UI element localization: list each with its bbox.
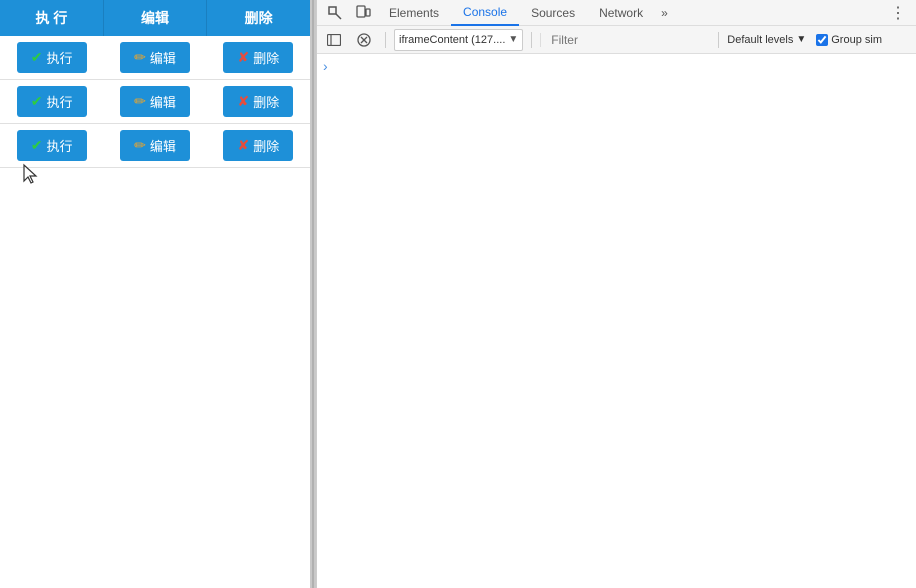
tab-sources[interactable]: Sources — [519, 0, 587, 26]
delete-cell-1: ✘ 删除 — [207, 36, 310, 80]
execute-icon-2: ✔ — [31, 93, 43, 110]
group-similar-label: Group sim — [831, 34, 882, 46]
delete-icon-3: ✘ — [237, 137, 249, 154]
group-similar-checkbox[interactable] — [816, 34, 828, 46]
console-body: › — [317, 54, 916, 588]
edit-cell-3: ✏ 编辑 — [103, 124, 206, 168]
execute-label-2: 执行 — [47, 92, 73, 111]
execute-cell-3: ✔ 执行 — [0, 124, 103, 168]
header-execute: 执 行 — [0, 0, 103, 36]
table-row: ✔ 执行 ✏ 编辑 ✘ 删除 — [0, 80, 310, 124]
execute-button-3[interactable]: ✔ 执行 — [17, 130, 87, 161]
tab-network[interactable]: Network — [587, 0, 655, 26]
devtools-tabs: Elements Console Sources Network » — [377, 0, 884, 26]
filter-area — [540, 33, 710, 47]
delete-icon-1: ✘ — [237, 49, 249, 66]
delete-label-3: 删除 — [253, 136, 279, 155]
delete-icon-2: ✘ — [237, 93, 249, 110]
header-edit: 编辑 — [103, 0, 206, 36]
log-levels-arrow-icon: ▼ — [796, 34, 806, 45]
edit-label-1: 编辑 — [150, 48, 176, 67]
delete-button-3[interactable]: ✘ 删除 — [223, 130, 293, 161]
edit-label-2: 编辑 — [150, 92, 176, 111]
table-header-row: 执 行 编辑 删除 — [0, 0, 310, 36]
device-toolbar-button[interactable] — [349, 1, 377, 25]
context-label: iframeContent (127.... — [399, 34, 505, 46]
devtools-panel: Elements Console Sources Network » ⋮ ifr… — [316, 0, 916, 588]
toolbar-separator-3 — [718, 32, 719, 48]
inspect-icon — [327, 5, 343, 21]
device-icon — [355, 5, 371, 21]
context-selector[interactable]: iframeContent (127.... ▼ — [394, 29, 523, 51]
sidebar-icon — [327, 34, 341, 46]
delete-cell-2: ✘ 删除 — [207, 80, 310, 124]
delete-button-1[interactable]: ✘ 删除 — [223, 42, 293, 73]
more-tabs-button[interactable]: » — [655, 4, 674, 22]
devtools-toolbar: iframeContent (127.... ▼ Default levels … — [317, 26, 916, 54]
edit-button-3[interactable]: ✏ 编辑 — [120, 130, 190, 161]
log-levels-selector[interactable]: Default levels ▼ — [727, 34, 806, 46]
resize-handle[interactable] — [310, 0, 316, 588]
execute-label-1: 执行 — [47, 48, 73, 67]
toolbar-separator-2 — [531, 32, 532, 48]
delete-label-1: 删除 — [253, 48, 279, 67]
execute-icon-1: ✔ — [31, 49, 43, 66]
edit-cell-2: ✏ 编辑 — [103, 80, 206, 124]
clear-console-button[interactable] — [351, 28, 377, 52]
settings-icon[interactable]: ⋮ — [884, 3, 912, 23]
execute-cell-2: ✔ 执行 — [0, 80, 103, 124]
clear-icon — [357, 33, 371, 47]
edit-cell-1: ✏ 编辑 — [103, 36, 206, 80]
tab-console[interactable]: Console — [451, 0, 519, 26]
toolbar-separator-1 — [385, 32, 386, 48]
console-prompt-arrow[interactable]: › — [323, 58, 328, 74]
tab-elements[interactable]: Elements — [377, 0, 451, 26]
sidebar-toggle-button[interactable] — [321, 28, 347, 52]
execute-label-3: 执行 — [47, 136, 73, 155]
execute-cell-1: ✔ 执行 — [0, 36, 103, 80]
data-table: 执 行 编辑 删除 ✔ 执行 ✏ 编辑 — [0, 0, 310, 168]
edit-icon-2: ✏ — [134, 93, 146, 110]
log-levels-label: Default levels — [727, 34, 793, 46]
left-panel: 执 行 编辑 删除 ✔ 执行 ✏ 编辑 — [0, 0, 310, 588]
delete-label-2: 删除 — [253, 92, 279, 111]
devtools-tabbar: Elements Console Sources Network » ⋮ — [317, 0, 916, 26]
inspect-element-button[interactable] — [321, 1, 349, 25]
delete-button-2[interactable]: ✘ 删除 — [223, 86, 293, 117]
context-arrow-icon: ▼ — [508, 34, 518, 45]
console-prompt-row: › — [317, 54, 916, 78]
edit-icon-1: ✏ — [134, 49, 146, 66]
edit-icon-3: ✏ — [134, 137, 146, 154]
execute-button-1[interactable]: ✔ 执行 — [17, 42, 87, 73]
table-row: ✔ 执行 ✏ 编辑 ✘ 删除 — [0, 36, 310, 80]
delete-cell-3: ✘ 删除 — [207, 124, 310, 168]
execute-button-2[interactable]: ✔ 执行 — [17, 86, 87, 117]
filter-input[interactable] — [547, 33, 710, 47]
execute-icon-3: ✔ — [31, 137, 43, 154]
group-similar-area: Group sim — [816, 34, 882, 46]
edit-button-1[interactable]: ✏ 编辑 — [120, 42, 190, 73]
edit-label-3: 编辑 — [150, 136, 176, 155]
edit-button-2[interactable]: ✏ 编辑 — [120, 86, 190, 117]
table-row: ✔ 执行 ✏ 编辑 ✘ 删除 — [0, 124, 310, 168]
header-delete: 删除 — [207, 0, 310, 36]
